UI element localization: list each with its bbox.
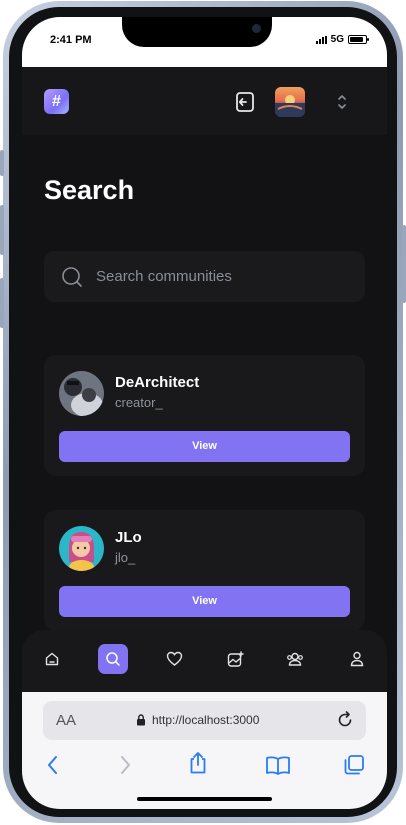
- app-header: #: [22, 67, 387, 135]
- view-button[interactable]: View: [59, 431, 350, 462]
- search-input[interactable]: [96, 251, 356, 302]
- chevron-up-down-icon[interactable]: [336, 93, 348, 111]
- bookmarks-icon[interactable]: [265, 755, 291, 775]
- create-post-icon[interactable]: [220, 644, 250, 674]
- logo-icon[interactable]: #: [44, 89, 69, 114]
- view-button[interactable]: View: [59, 586, 350, 617]
- status-indicators: 5G: [315, 34, 369, 45]
- screen: 2:41 PM 5G # Search Search communities D…: [22, 17, 387, 809]
- heart-icon[interactable]: [159, 644, 189, 674]
- reload-icon[interactable]: [336, 711, 354, 729]
- community-handle: jlo_: [115, 550, 136, 565]
- community-name: JLo: [115, 529, 142, 546]
- bottom-nav: [22, 630, 387, 692]
- url-text: http://localhost:3000: [152, 713, 260, 727]
- community-avatar[interactable]: [59, 526, 104, 571]
- status-bar: 2:41 PM 5G: [22, 17, 387, 67]
- lock-icon: [137, 714, 145, 726]
- profile-icon[interactable]: [342, 644, 372, 674]
- logout-icon[interactable]: [234, 91, 256, 113]
- page-title: Search: [44, 175, 135, 205]
- share-icon[interactable]: [188, 751, 208, 775]
- back-icon[interactable]: [45, 754, 61, 776]
- status-time: 2:41 PM: [50, 34, 92, 46]
- power-button: [402, 225, 406, 303]
- community-card: DeArchitect creator_ View: [44, 355, 365, 476]
- search-bar[interactable]: [44, 251, 365, 302]
- address-bar[interactable]: AA http://localhost:3000: [43, 701, 366, 740]
- search-icon[interactable]: [98, 644, 128, 674]
- battery-icon: [348, 35, 369, 44]
- community-handle: creator_: [115, 395, 163, 410]
- volume-down-button: [0, 278, 4, 328]
- communities-icon[interactable]: [280, 644, 310, 674]
- community-name: DeArchitect: [115, 374, 200, 391]
- user-avatar[interactable]: [275, 87, 305, 117]
- search-icon: [62, 267, 82, 287]
- tabs-icon[interactable]: [343, 754, 365, 776]
- browser-toolbar: AA http://localhost:3000: [22, 692, 387, 809]
- mute-switch: [0, 150, 4, 176]
- network-label: 5G: [330, 34, 344, 45]
- volume-up-button: [0, 205, 4, 255]
- home-indicator[interactable]: [137, 797, 272, 801]
- front-camera: [252, 24, 261, 33]
- signal-icon: [315, 35, 327, 44]
- text-size-button[interactable]: AA: [56, 712, 76, 729]
- forward-icon[interactable]: [117, 754, 133, 776]
- community-card: JLo jlo_ View: [44, 510, 365, 631]
- community-avatar[interactable]: [59, 371, 104, 416]
- battery-fill: [350, 37, 363, 42]
- home-icon[interactable]: [37, 644, 67, 674]
- notch: [122, 17, 272, 47]
